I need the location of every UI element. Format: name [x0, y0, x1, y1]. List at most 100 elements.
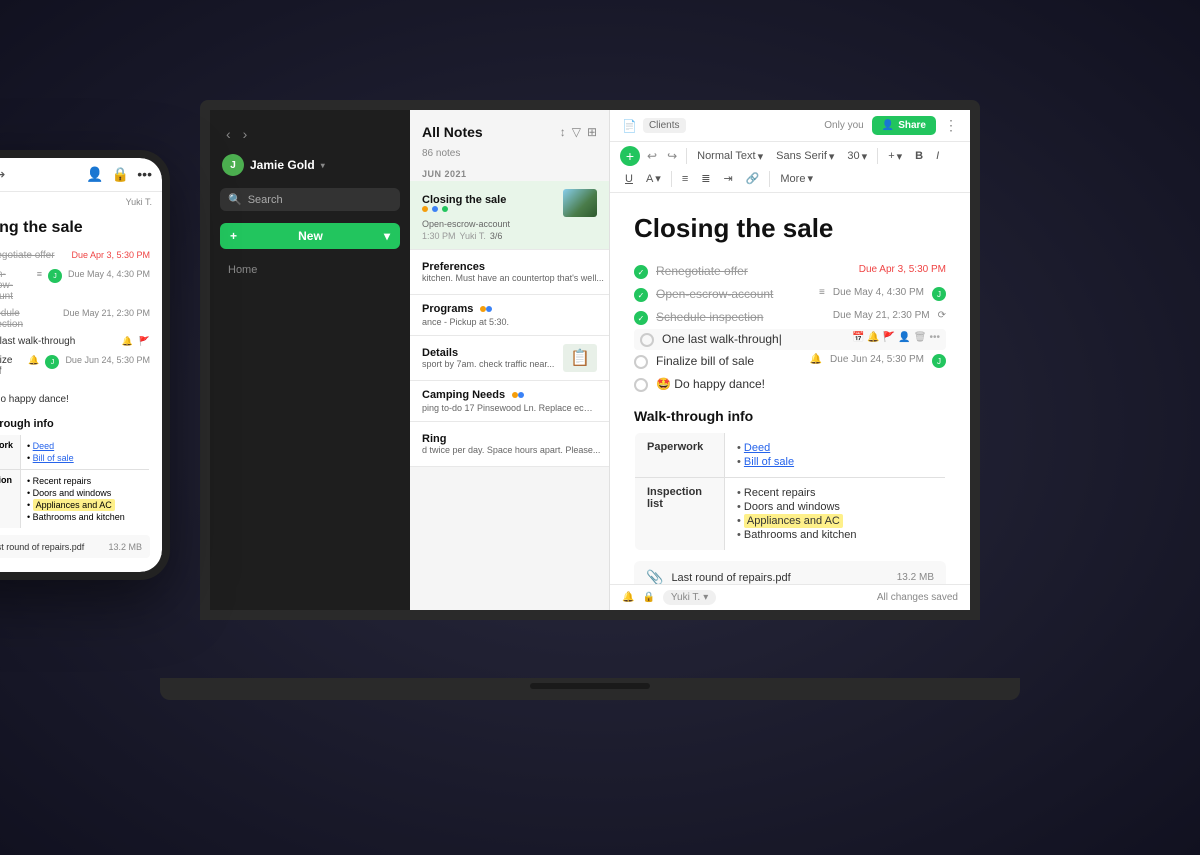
forward-button[interactable]: › — [239, 124, 252, 144]
desktop-app: ‹ › J Jamie Gold ▾ 🔍 Search + New — [210, 110, 970, 610]
sort-icon[interactable]: ↕ — [560, 125, 566, 139]
share-button[interactable]: 👤 Share — [872, 116, 936, 135]
task-checkbox[interactable] — [640, 333, 654, 347]
format-button[interactable]: + ▾ — [883, 147, 907, 166]
task-text: Finalize bill of sale — [0, 355, 22, 388]
font-size-button[interactable]: 30 ▾ — [842, 147, 872, 166]
user-badge: J — [45, 355, 59, 369]
person-icon[interactable]: 👤 — [86, 166, 103, 183]
clients-tag[interactable]: Clients — [643, 118, 686, 133]
task-item[interactable]: ✓ Renegotiate offer Due Apr 3, 5:30 PM — [634, 260, 946, 283]
notes-count: 86 notes — [410, 148, 609, 165]
flag-icon: 🚩 — [139, 336, 150, 347]
lock-footer-icon[interactable]: 🔒 — [642, 592, 654, 603]
task-checkbox[interactable]: ✓ — [634, 265, 648, 279]
bill-of-sale-link[interactable]: Bill of sale — [744, 456, 794, 468]
table-cell-label: Inspection list — [635, 478, 725, 551]
task-item[interactable]: Finalize bill of sale 🔔 Due Jun 24, 5:30… — [634, 350, 946, 373]
note-title: Preferences — [422, 261, 604, 273]
task-item[interactable]: ✓ Renegotiate offer Due Apr 3, 5:30 PM — [0, 247, 150, 266]
task-item[interactable]: 🤩 Do happy dance! — [634, 373, 946, 396]
font-button[interactable]: Sans Serif ▾ — [771, 147, 839, 166]
note-title: Ring — [422, 433, 600, 445]
chevron-down-icon: ▾ — [897, 150, 903, 163]
bullet-list-button[interactable]: ≡ — [677, 170, 693, 188]
bell-footer-icon[interactable]: 🔔 — [622, 592, 634, 603]
text-style-label: Normal Text — [697, 150, 755, 162]
back-button[interactable]: ‹ — [222, 124, 235, 144]
sidebar: ‹ › J Jamie Gold ▾ 🔍 Search + New — [210, 110, 410, 610]
bell-indicator: 🔔 — [810, 354, 822, 365]
italic-button[interactable]: I — [931, 147, 944, 165]
search-button[interactable]: 🔍 Search — [220, 188, 400, 211]
task-due: Due Jun 24, 5:30 PM — [830, 354, 924, 365]
undo-button[interactable]: ↩ — [643, 147, 661, 165]
list-item[interactable]: Preferences kitchen. Must have an counte… — [410, 250, 609, 295]
list-item[interactable]: Programs ance - Pickup at 5:30. — [410, 295, 609, 336]
task-item[interactable]: 🤩 Do happy dance! — [0, 391, 150, 410]
redo-button[interactable]: ↪ — [663, 147, 681, 165]
bill-of-sale-link[interactable]: Bill of sale — [33, 453, 74, 463]
file-attachment[interactable]: 📎 Last round of repairs.pdf 13.2 MB — [634, 561, 946, 584]
task-item[interactable]: ✓ Open-escrow-account ≡ Due May 4, 4:30 … — [634, 283, 946, 306]
color-button[interactable]: A ▾ — [641, 169, 666, 188]
format-icon: + — [888, 150, 894, 162]
note-thumbnail: 📋 — [563, 344, 597, 372]
list-item[interactable]: Camping Needs ping to-do 17 Pinsewood Ln… — [410, 381, 609, 422]
table-cell-content: Recent repairs Doors and windows Applian… — [21, 470, 150, 529]
more-icon[interactable]: ••• — [929, 332, 940, 343]
sidebar-item-home[interactable]: Home — [220, 259, 400, 281]
task-item[interactable]: ✓ Schedule inspection Due May 21, 2:30 P… — [0, 305, 150, 333]
task-text: One last walk-through| — [662, 332, 844, 346]
lock-icon[interactable]: 🔒 — [112, 166, 129, 183]
deed-link[interactable]: Deed — [33, 441, 55, 451]
table-row: Inspection list Recent repairs Doors and… — [635, 478, 946, 551]
task-item[interactable]: One last walk-through| 📅 🔔 🚩 👤 🗑 ••• — [634, 329, 946, 350]
bold-button[interactable]: B — [910, 147, 928, 165]
note-title: Programs — [422, 303, 597, 315]
editor-footer: 🔔 🔒 Yuki T. ▾ All changes saved — [610, 584, 970, 610]
indent-button[interactable]: ⇥ — [718, 169, 737, 188]
footer-user[interactable]: Yuki T. ▾ — [663, 590, 716, 605]
phone-topbar-right: 👤 🔒 ••• — [86, 166, 152, 183]
task-checkbox[interactable] — [634, 378, 648, 392]
section-title: Walk-through info — [634, 408, 946, 424]
ordered-list-button[interactable]: ≣ — [696, 169, 715, 188]
filter-icon[interactable]: ▽ — [572, 125, 581, 139]
list-item[interactable]: Details sport by 7am. check traffic near… — [410, 336, 609, 381]
more-options-icon[interactable]: ⋮ — [944, 117, 958, 134]
list-item[interactable]: Closing the sale Open- — [410, 181, 609, 250]
chevron-down-icon: ▾ — [758, 150, 764, 163]
sidebar-user[interactable]: J Jamie Gold ▾ — [210, 148, 410, 182]
task-item[interactable]: ✓ Schedule inspection Due May 21, 2:30 P… — [634, 306, 946, 329]
user-icon[interactable]: 👤 — [898, 332, 910, 343]
task-checkbox[interactable] — [634, 355, 648, 369]
list-item[interactable]: Ring d twice per day. Space hours apart.… — [410, 422, 609, 467]
grid-icon[interactable]: ⊞ — [587, 125, 597, 139]
flag-icon[interactable]: 🚩 — [883, 332, 895, 343]
task-due: Due May 4, 4:30 PM — [68, 269, 150, 279]
task-item[interactable]: One last walk-through 🔔 🚩 — [0, 333, 150, 352]
underline-button[interactable]: U — [620, 170, 638, 188]
link-button[interactable]: 🔗 — [741, 169, 765, 188]
share-icon: 👤 — [882, 120, 894, 131]
home-label: Home — [228, 264, 257, 276]
bell-icon[interactable]: 🔔 — [867, 332, 879, 343]
walkthrough-table: Paperwork Deed Bill of sale Inspection l… — [634, 432, 946, 551]
trash-icon[interactable]: 🗑 — [914, 332, 927, 343]
file-attachment[interactable]: 📎 Last round of repairs.pdf 13.2 MB — [0, 535, 150, 558]
calendar-icon[interactable]: 📅 — [852, 332, 864, 343]
more-button[interactable]: More ▾ — [775, 169, 818, 188]
new-note-button[interactable]: + New ▾ — [220, 223, 400, 249]
task-item[interactable]: ✓ Open-escrow-account ≡ J Due May 4, 4:3… — [0, 266, 150, 305]
task-checkbox[interactable]: ✓ — [634, 288, 648, 302]
more-options-icon[interactable]: ••• — [137, 166, 152, 183]
redo-icon[interactable]: ↪ — [0, 166, 5, 183]
add-content-button[interactable]: + — [620, 146, 640, 166]
deed-link[interactable]: Deed — [744, 442, 770, 454]
task-checkbox[interactable]: ✓ — [634, 311, 648, 325]
task-item[interactable]: Finalize bill of sale 🔔 J Due Jun 24, 5:… — [0, 352, 150, 391]
task-due: Due May 21, 2:30 PM — [833, 310, 930, 321]
text-style-button[interactable]: Normal Text ▾ — [692, 147, 768, 166]
note-time: 1:30 PM Yuki T. 3/6 — [422, 231, 597, 241]
